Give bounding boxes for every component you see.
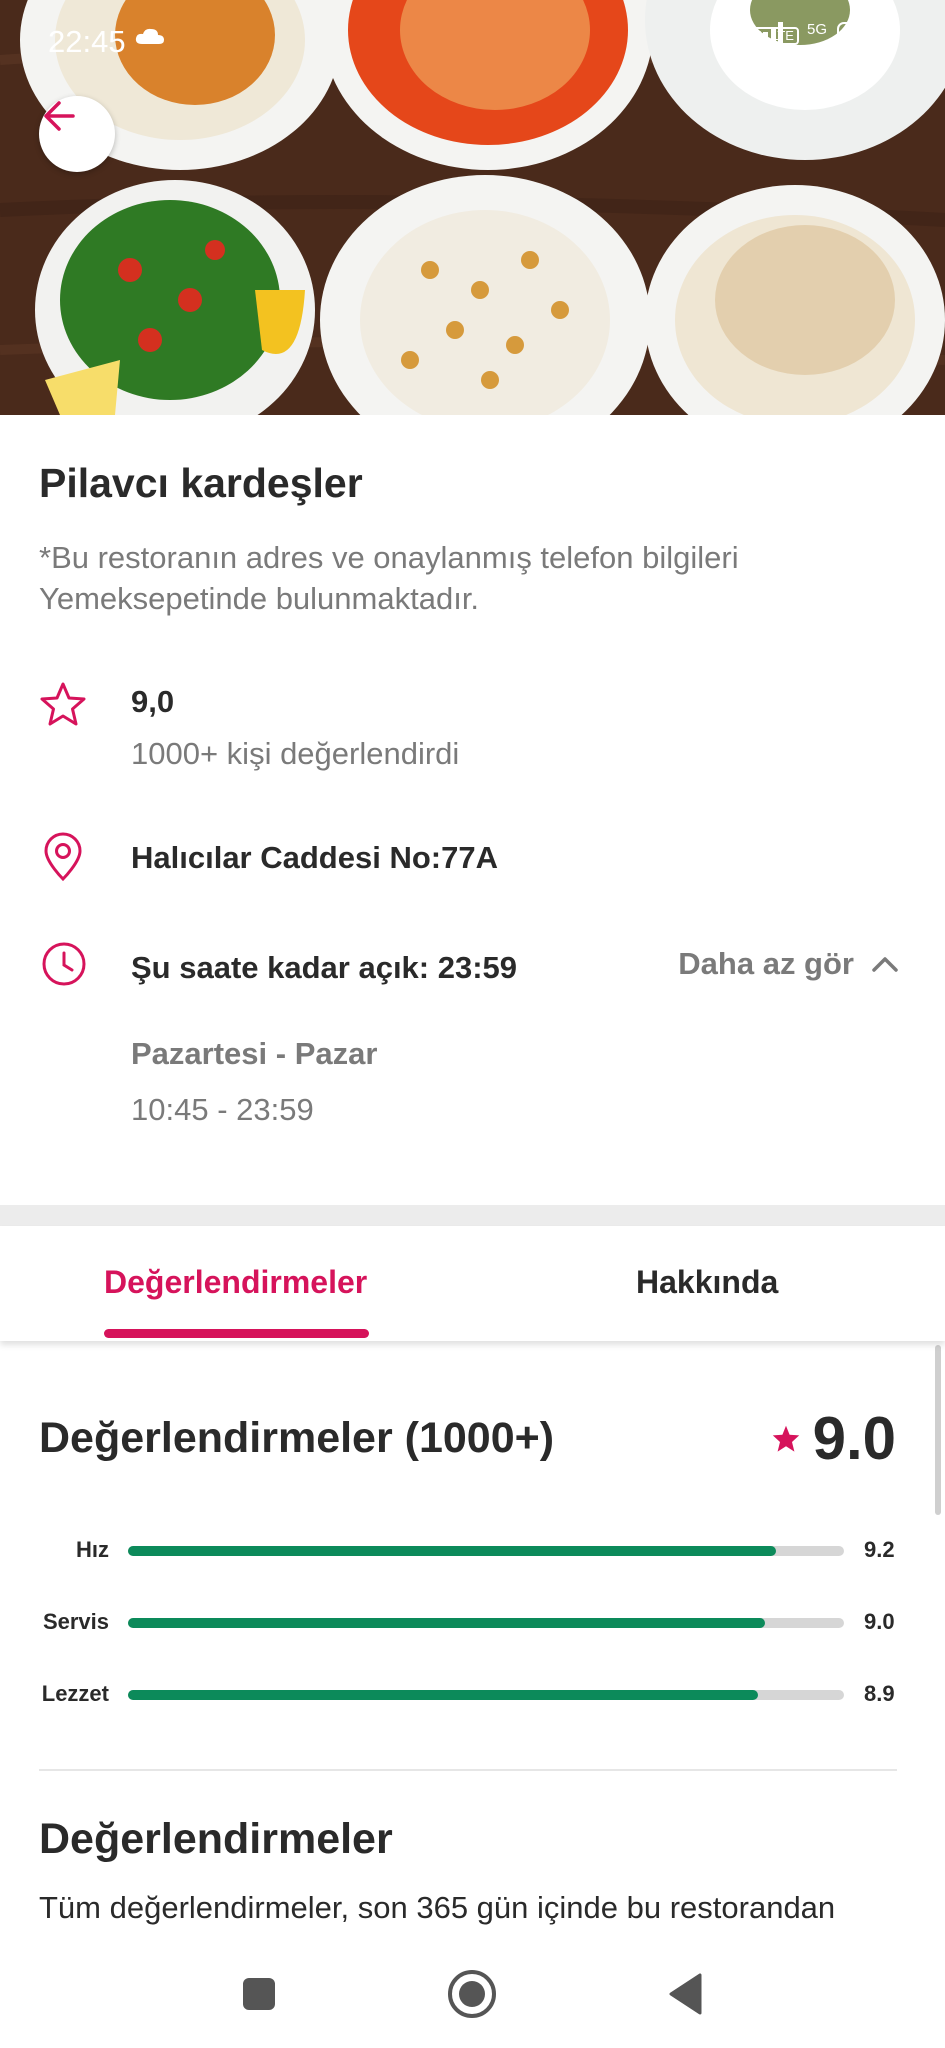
reviews-section-description: Tüm değerlendirmeler, son 365 gün içinde… (39, 1890, 836, 1925)
open-until: Şu saate kadar açık: 23:59 (131, 950, 518, 985)
battery-icon: 52 (837, 22, 895, 50)
metric-value: 8.9 (864, 1681, 895, 1706)
status-time: 22:45 (48, 24, 126, 59)
metric-fill (128, 1690, 759, 1700)
metric-fill (128, 1618, 766, 1628)
system-nav-bar (0, 1940, 945, 2048)
metric-track (128, 1546, 844, 1556)
metric-track (128, 1618, 844, 1628)
back-button[interactable] (39, 96, 115, 172)
active-tab-indicator (104, 1329, 369, 1338)
recents-button[interactable] (227, 1962, 291, 2026)
location-pin-icon (41, 832, 85, 887)
reviews-title: Değerlendirmeler (1000+) (39, 1414, 555, 1462)
hero-image: 22:45 Vo LTE 5G 52 (0, 0, 945, 415)
metric-row: Lezzet 8.9 (0, 1675, 945, 1715)
metric-value: 9.2 (864, 1537, 895, 1562)
home-circle-icon (448, 1970, 496, 2018)
metric-value: 9.0 (864, 1609, 895, 1634)
home-button[interactable] (440, 1962, 504, 2026)
chevron-up-icon (872, 957, 898, 972)
status-indicators: Vo LTE 5G 52 (747, 20, 895, 50)
arrow-left-icon (44, 101, 75, 131)
restaurant-name: Pilavcı kardeşler (39, 460, 363, 506)
section-divider (0, 1205, 945, 1226)
metric-label: Servis (42, 1609, 109, 1634)
back-triangle-icon (669, 1973, 702, 2015)
network-type: 5G (806, 20, 827, 38)
scrollbar[interactable] (935, 1345, 941, 1515)
overall-score-value: 9.0 (812, 1405, 896, 1472)
metric-label: Hız (76, 1537, 109, 1562)
back-nav-button[interactable] (654, 1962, 718, 2026)
reviews-divider (39, 1769, 897, 1771)
star-filled-icon (772, 1425, 799, 1452)
clock-icon (40, 940, 88, 993)
metric-fill (128, 1546, 776, 1556)
metric-row: Servis 9.0 (0, 1603, 945, 1643)
rating-count: 1000+ kişi değerlendirdi (131, 736, 460, 771)
open-hours: 10:45 - 23:59 (131, 1092, 314, 1127)
hours-toggle-label: Daha az gör (678, 946, 854, 981)
reviews-section-title: Değerlendirmeler (39, 1815, 393, 1863)
metric-label: Lezzet (41, 1681, 109, 1706)
open-days: Pazartesi - Pazar (131, 1036, 378, 1071)
status-bar: 22:45 Vo LTE 5G 52 (0, 0, 945, 86)
restaurant-notice: *Bu restoranın adres ve onaylanmış telef… (39, 540, 739, 616)
metric-row: Hız 9.2 (0, 1531, 945, 1571)
address: Halıcılar Caddesi No:77A (131, 840, 498, 875)
recents-square-icon (243, 1978, 275, 2010)
metric-track (128, 1690, 844, 1700)
hours-toggle[interactable]: Daha az gör (678, 946, 900, 982)
rating-value: 9,0 (131, 684, 175, 719)
star-outline-icon (38, 680, 88, 735)
tab-about[interactable]: Hakkında (636, 1264, 778, 1301)
tab-bar: Değerlendirmeler Hakkında (0, 1226, 945, 1341)
tab-reviews[interactable]: Değerlendirmeler (104, 1264, 367, 1301)
overall-score: 9.0 (771, 1404, 896, 1473)
